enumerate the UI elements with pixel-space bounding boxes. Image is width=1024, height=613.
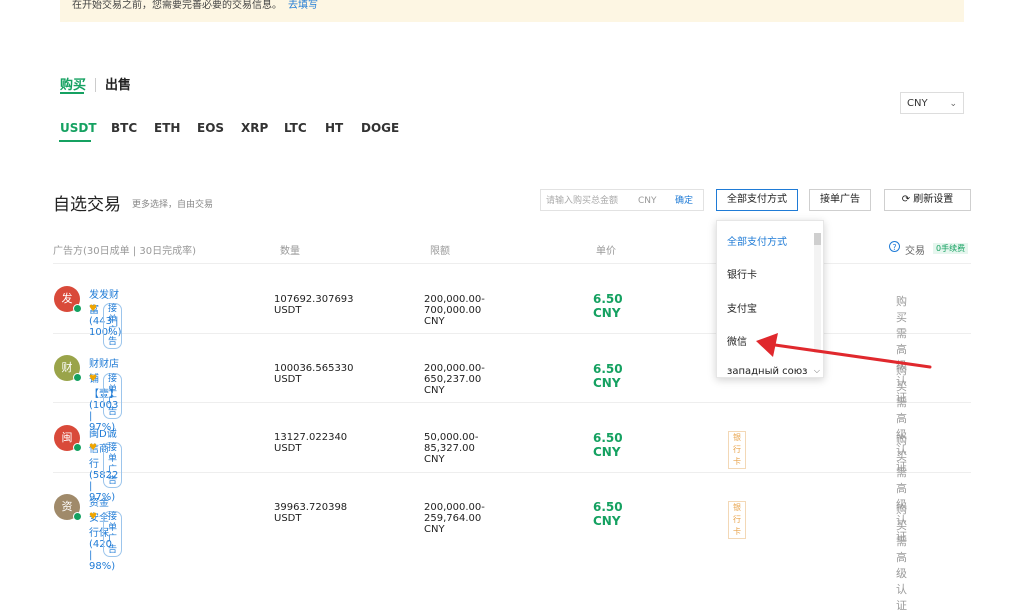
dropdown-option-alipay[interactable]: 支付宝 [727, 300, 757, 315]
coin-tab-underline [59, 140, 91, 142]
amount-input-unit: CNY [638, 196, 657, 206]
price-value: 6.50 CNY [593, 500, 623, 528]
tab-buy[interactable]: 购买 [60, 74, 86, 93]
chevron-down-icon: ⌄ [949, 99, 957, 109]
payment-method-button[interactable]: 全部支付方式 [716, 189, 798, 211]
payment-chip: 银行卡 [728, 431, 746, 469]
medal-icon: ♥ [89, 512, 98, 522]
row-divider [53, 402, 971, 403]
tab-sell[interactable]: 出售 [105, 74, 131, 93]
price-value: 6.50 CNY [593, 431, 623, 459]
tab-divider [95, 78, 96, 92]
quantity-value: 13127.022340 USDT [274, 432, 348, 454]
scroll-down-arrow-icon[interactable]: ⌵ [814, 366, 820, 376]
buy-action-button[interactable]: 购买需高级认证 [896, 501, 907, 613]
row-divider [53, 472, 971, 473]
merchant-tag: 接单广告 [103, 511, 123, 557]
dropdown-scrollbar[interactable] [814, 233, 821, 353]
amount-confirm-button[interactable]: 确定 [675, 190, 693, 212]
coin-tab-eth[interactable]: ETH [154, 121, 180, 135]
medal-icon: ♥ [89, 374, 98, 384]
refresh-icon: ⟳ [901, 194, 911, 205]
refresh-settings-button[interactable]: ⟳ 刷新设置 [884, 189, 971, 211]
hint-text: 交易 [905, 246, 925, 257]
amount-input[interactable]: 请输入购买总金额 CNY 确定 [540, 189, 704, 211]
section-subtitle: 更多选择，自由交易 [132, 200, 214, 210]
column-price: 单价 [596, 246, 616, 257]
refresh-settings-label: 刷新设置 [913, 194, 954, 205]
online-dot [73, 304, 82, 313]
annotation-arrow [756, 333, 932, 369]
coin-tab-usdt[interactable]: USDT [60, 121, 97, 135]
dropdown-option-all[interactable]: 全部支付方式 [727, 233, 787, 248]
dropdown-option-wechat[interactable]: 微信 [727, 333, 747, 348]
row-divider [53, 263, 971, 264]
medal-icon: ♥ [89, 304, 98, 314]
limit-value: 50,000.00-85,327.00 CNY [424, 432, 479, 465]
medal-icon: ♥ [89, 443, 98, 453]
scrollbar-thumb[interactable] [814, 233, 821, 245]
price-value: 6.50 CNY [593, 292, 623, 320]
banner-fill-link[interactable]: 去填写 [288, 0, 318, 11]
info-banner-text: 在开始交易之前，您需要完善必要的交易信息。 去填写 [72, 0, 318, 12]
coin-tab-xrp[interactable]: XRP [241, 121, 268, 135]
coin-tab-doge[interactable]: DOGE [361, 121, 399, 135]
limit-value: 200,000.00-650,237.00 CNY [424, 363, 485, 396]
payment-method-dropdown[interactable]: 全部支付方式 银行卡 支付宝 微信 западный союз ⌵ [716, 220, 824, 378]
coin-tab-eos[interactable]: EOS [197, 121, 224, 135]
merchant-tag: 接单广告 [103, 442, 123, 488]
fixed-ads-button[interactable]: 接单广告 [809, 189, 871, 211]
online-dot [73, 373, 82, 382]
banner-message: 在开始交易之前，您需要完善必要的交易信息。 [72, 0, 282, 11]
question-circle-icon[interactable]: ? [889, 241, 900, 252]
currency-select-value: CNY [907, 98, 928, 109]
row-divider [53, 333, 971, 334]
currency-select[interactable]: CNY ⌄ [900, 92, 964, 114]
quantity-value: 100036.565330 USDT [274, 363, 354, 385]
quantity-value: 107692.307693 USDT [274, 294, 354, 316]
limit-value: 200,000.00-700,000.00 CNY [424, 294, 485, 327]
zero-fee-badge: 0手续费 [933, 243, 969, 254]
online-dot [73, 443, 82, 452]
column-quantity: 数量 [280, 246, 300, 257]
section-title: 自选交易 [53, 195, 121, 215]
limit-value: 200,000.00-259,764.00 CNY [424, 502, 485, 535]
price-value: 6.50 CNY [593, 362, 623, 390]
quantity-value: 39963.720398 USDT [274, 502, 348, 524]
dropdown-option-western-union[interactable]: западный союз [727, 366, 808, 377]
payment-chip: 银行卡 [728, 501, 746, 539]
amount-input-placeholder: 请输入购买总金额 [546, 196, 619, 206]
coin-tab-btc[interactable]: BTC [111, 121, 137, 135]
column-advertiser: 广告方(30日成单 | 30日完成率) [53, 246, 196, 257]
tab-buy-underline [60, 92, 84, 94]
merchant-tag: 接单广告 [103, 373, 123, 419]
merchant-tag: 接单广告 [103, 303, 123, 349]
column-limit: 限额 [430, 246, 450, 257]
dropdown-option-bank[interactable]: 银行卡 [727, 266, 757, 281]
coin-tab-ltc[interactable]: LTC [284, 121, 307, 135]
online-dot [73, 512, 82, 521]
coin-tab-ht[interactable]: HT [325, 121, 343, 135]
